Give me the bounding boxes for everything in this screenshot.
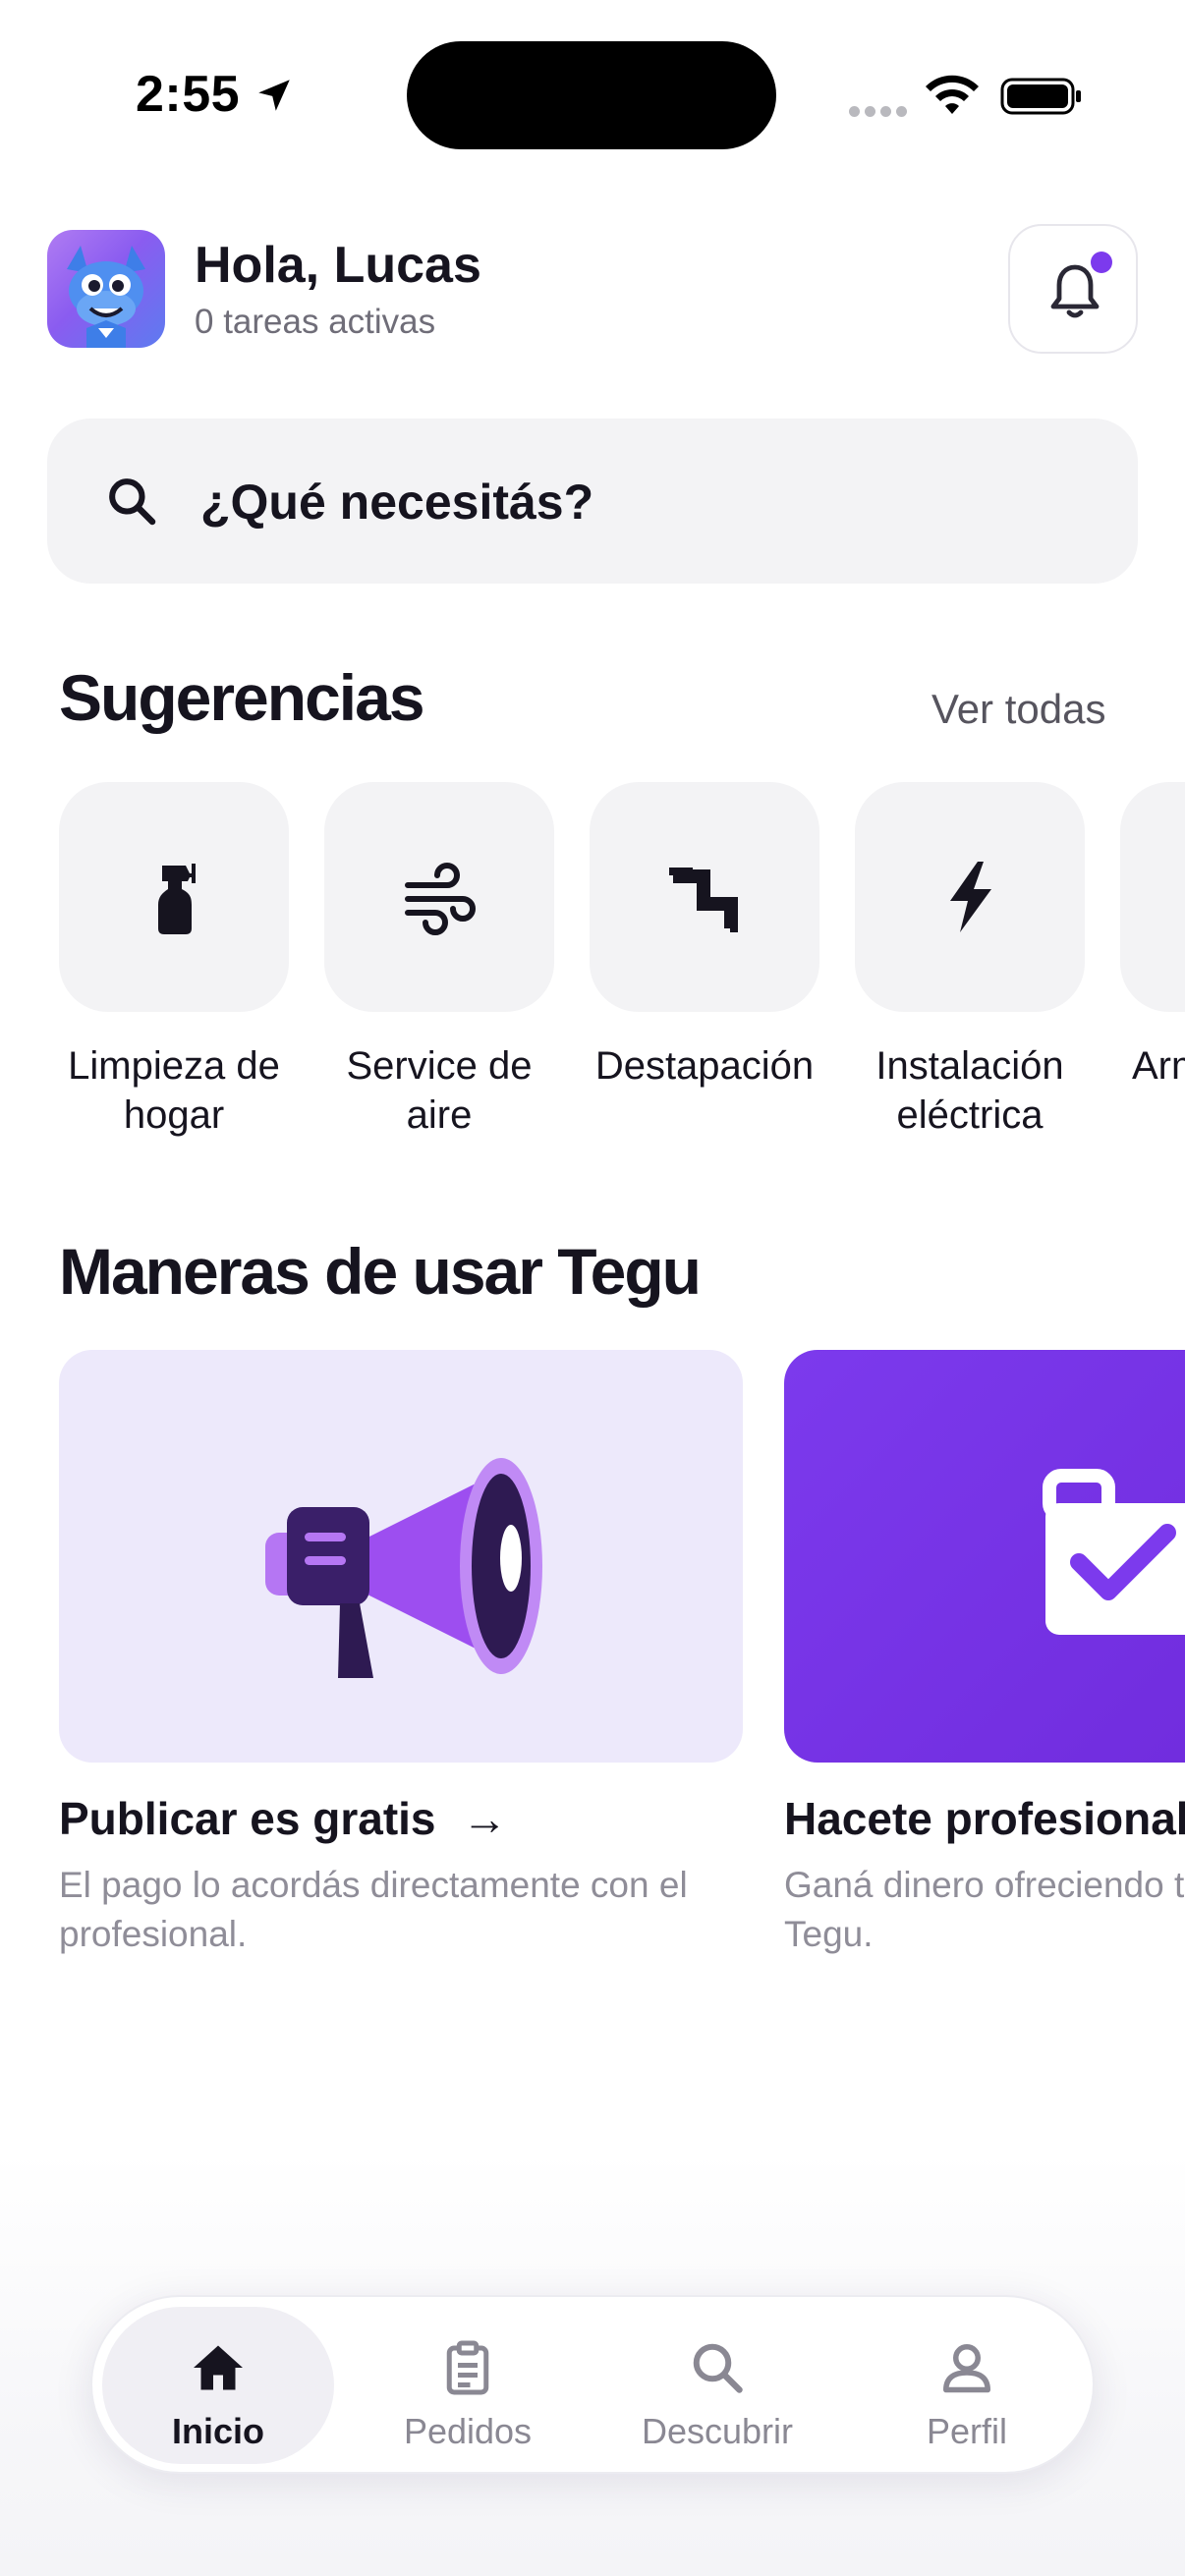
spray-bottle-icon [158,864,196,934]
notifications-button[interactable] [1008,224,1138,354]
wind-icon [405,863,476,935]
person-icon [943,2344,990,2393]
suggestion-item-aircon[interactable]: Service de aire [324,782,554,1140]
become-pro-card-image [784,1350,1185,1763]
become-pro-card-description: Ganá dinero ofreciendo tus servicios en … [784,1865,1185,1954]
status-bar: 2:55 [0,0,1185,187]
suggestion-tile [590,782,819,1012]
tab-inicio[interactable]: Inicio [102,2307,334,2464]
tab-label: Perfil [926,2411,1008,2451]
suggestion-label: Destapación [594,1044,815,1088]
suggestion-item-partial[interactable]: Arm [1120,782,1185,1091]
ways-section-title: Maneras de usar Tegu [59,1235,702,1308]
publish-card-title-text: Publicar es gratis [59,1793,436,1844]
publish-card-title[interactable]: Publicar es gratis → [59,1792,507,1845]
wifi-icon [926,75,979,114]
search-icon [693,2343,743,2393]
notification-badge-dot [1091,252,1112,273]
tab-pedidos[interactable]: Pedidos [352,2307,584,2464]
publish-card-description: El pago lo acordás directamente con el p… [59,1865,688,1954]
suggestion-tile [324,782,554,1012]
app-mascot-avatar[interactable] [47,230,165,348]
suggestion-tile [855,782,1085,1012]
tab-bar: Inicio Pedidos Descubrir Perfil [90,2295,1095,2474]
tab-perfil[interactable]: Perfil [851,2307,1083,2464]
suggestion-label: Service de aire [346,1044,533,1137]
pipe-icon [669,868,738,932]
arrow-right-icon: → [462,1793,508,1844]
status-time: 2:55 [136,66,241,123]
publish-free-card[interactable] [59,1350,743,1763]
home-screen: 2:55 Hola, Lucas 0 tareas activas ¿Qué n… [0,0,1185,2576]
clipboard-icon [446,2340,489,2395]
search-icon [109,478,156,526]
dynamic-island [407,41,776,149]
tab-label: Pedidos [403,2411,533,2451]
tab-label: Inicio [171,2411,264,2451]
suggestion-label: Limpieza de hogar [68,1044,280,1137]
lightning-icon [950,862,991,932]
suggestion-tile [59,782,289,1012]
suggestion-item-electrical[interactable]: Instalación eléctrica [855,782,1085,1140]
briefcase-check-icon [1043,1469,1185,1635]
home-icon [194,2345,243,2390]
location-arrow-icon [258,80,290,111]
cellular-signal-icon [849,104,912,122]
active-tasks-count: 0 tareas activas [195,303,436,341]
search-bar[interactable]: ¿Qué necesitás? [47,419,1138,584]
suggestion-item-cleaning[interactable]: Limpieza de hogar [59,782,289,1140]
search-placeholder: ¿Qué necesitás? [200,475,594,530]
suggestions-title: Sugerencias [59,661,425,734]
suggestion-label: Instalación eléctrica [875,1044,1064,1137]
battery-icon [1000,78,1081,115]
tab-label: Descubrir [641,2411,794,2451]
become-pro-card-title[interactable]: Hacete profesional [784,1792,1185,1845]
dragon-mascot-icon [67,246,145,348]
become-pro-card[interactable] [784,1350,1185,1763]
bell-icon [1050,264,1100,318]
see-all-link[interactable]: Ver todas [931,686,1105,733]
greeting-title: Hola, Lucas [195,237,481,294]
suggestion-tile [1120,782,1185,1012]
tab-descubrir[interactable]: Descubrir [601,2307,833,2464]
publish-card-image [59,1350,743,1763]
suggestion-item-unclog[interactable]: Destapación [590,782,819,1091]
megaphone-icon [265,1458,542,1678]
suggestion-label: Arm [1132,1044,1185,1088]
